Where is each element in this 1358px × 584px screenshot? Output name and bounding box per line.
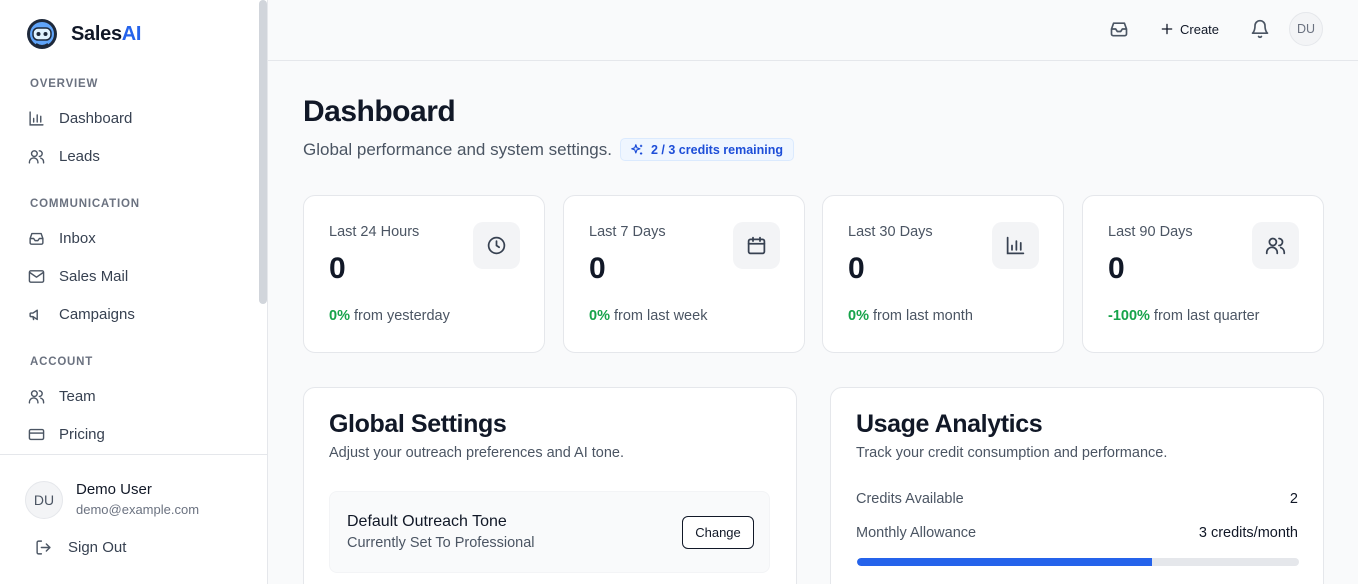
sidebar-scrollbar[interactable] [259, 0, 267, 304]
brand-name: SalesAI [71, 22, 142, 45]
sidebar-item-label: Inbox [59, 229, 96, 247]
user-name: Demo User [76, 481, 152, 498]
bar-chart-icon [1006, 236, 1025, 255]
bell-icon[interactable] [1250, 19, 1270, 39]
clock-icon [487, 236, 506, 255]
stat-card-7d: Last 7 Days 0 0% from last week [563, 195, 805, 353]
stat-icon-box [1252, 222, 1299, 269]
robot-logo-icon [27, 19, 57, 49]
stat-value: 0 [848, 252, 865, 285]
credits-badge: 2 / 3 credits remaining [620, 138, 794, 161]
outreach-tone-setting: Default Outreach Tone Currently Set To P… [329, 491, 770, 573]
inbox-icon [29, 232, 44, 245]
stat-change: 0% from yesterday [329, 308, 450, 324]
stat-label: Last 90 Days [1108, 224, 1193, 240]
stat-label: Last 30 Days [848, 224, 933, 240]
credits-progress-bar [857, 558, 1299, 566]
section-label-communication: COMMUNICATION [30, 198, 140, 210]
sign-out-button[interactable]: Sign Out [35, 539, 126, 556]
sidebar-item-label: Campaigns [59, 305, 135, 323]
stat-change: 0% from last month [848, 308, 973, 324]
sidebar-item-label: Pricing [59, 425, 105, 443]
sidebar-item-label: Team [59, 387, 96, 405]
inbox-icon[interactable] [1109, 19, 1129, 39]
stat-icon-box [473, 222, 520, 269]
stat-value: 0 [1108, 252, 1125, 285]
log-out-icon [36, 540, 51, 555]
users-icon [28, 389, 45, 404]
page-subtitle: Global performance and system settings. [303, 140, 612, 159]
monthly-allowance-label: Monthly Allowance [856, 525, 977, 541]
bar-chart-icon [29, 110, 44, 126]
section-label-overview: OVERVIEW [30, 78, 99, 90]
brand[interactable]: SalesAI [26, 18, 141, 50]
credit-card-icon [28, 428, 45, 440]
section-label-account: ACCOUNT [30, 356, 94, 368]
tone-title: Default Outreach Tone [347, 513, 507, 530]
users-icon [28, 149, 45, 164]
stat-card-90d: Last 90 Days 0 -100% from last quarter [1082, 195, 1324, 353]
stat-value: 0 [589, 252, 606, 285]
sidebar-item-sales-mail[interactable]: Sales Mail [28, 261, 248, 291]
avatar[interactable]: DU [25, 481, 63, 519]
stat-label: Last 7 Days [589, 224, 666, 240]
sidebar-item-inbox[interactable]: Inbox [28, 223, 248, 253]
sidebar-item-label: Leads [59, 147, 100, 165]
user-profile: DU Demo User demo@example.com Sign Out [0, 454, 267, 584]
sidebar-item-pricing[interactable]: Pricing [28, 419, 248, 449]
create-label: Create [1180, 21, 1220, 37]
megaphone-icon [29, 309, 38, 320]
stat-value: 0 [329, 252, 346, 285]
mail-icon [28, 269, 45, 283]
change-tone-button[interactable]: Change [682, 516, 754, 549]
global-settings-panel: Global Settings Adjust your outreach pre… [303, 387, 797, 584]
credits-available-label: Credits Available [856, 491, 964, 507]
stat-icon-box [992, 222, 1039, 269]
monthly-allowance-row: Monthly Allowance 3 credits/month [856, 525, 1298, 541]
sidebar-item-team[interactable]: Team [28, 381, 248, 411]
sidebar-item-label: Sales Mail [59, 267, 129, 285]
page-title: Dashboard [303, 95, 456, 128]
tone-value: Currently Set To Professional [347, 535, 535, 551]
stat-icon-box [733, 222, 780, 269]
users-icon [1265, 237, 1286, 255]
stat-card-24h: Last 24 Hours 0 0% from yesterday [303, 195, 545, 353]
avatar[interactable]: DU [1289, 12, 1323, 46]
panel-description: Adjust your outreach preferences and AI … [329, 445, 625, 461]
usage-analytics-panel: Usage Analytics Track your credit consum… [830, 387, 1324, 584]
stat-change: 0% from last week [589, 308, 708, 324]
sign-out-label: Sign Out [68, 539, 127, 556]
plus-icon [1161, 23, 1173, 35]
credits-badge-text: 2 / 3 credits remaining [651, 142, 783, 157]
credits-progress-fill [857, 558, 1152, 566]
top-bar: Create DU [268, 0, 1358, 61]
sidebar-item-dashboard[interactable]: Dashboard [28, 103, 248, 133]
sidebar: SalesAI OVERVIEW Dashboard Leads COMMUNI… [0, 0, 268, 584]
credits-available-row: Credits Available 2 [856, 491, 1298, 507]
user-email: demo@example.com [76, 502, 200, 517]
stat-change: -100% from last quarter [1108, 308, 1260, 324]
credits-available-value: 2 [1289, 491, 1298, 507]
panel-description: Track your credit consumption and perfor… [856, 445, 1168, 461]
panel-title: Global Settings [329, 410, 507, 438]
stat-card-30d: Last 30 Days 0 0% from last month [822, 195, 1064, 353]
panel-title: Usage Analytics [856, 410, 1043, 438]
sparkles-icon [631, 143, 643, 155]
create-button[interactable]: Create [1160, 18, 1219, 40]
sidebar-item-campaigns[interactable]: Campaigns [28, 299, 248, 329]
stat-label: Last 24 Hours [329, 224, 420, 240]
sidebar-item-label: Dashboard [59, 109, 133, 127]
calendar-icon [747, 236, 766, 255]
monthly-allowance-value: 3 credits/month [1198, 525, 1298, 541]
sidebar-item-leads[interactable]: Leads [28, 141, 248, 171]
